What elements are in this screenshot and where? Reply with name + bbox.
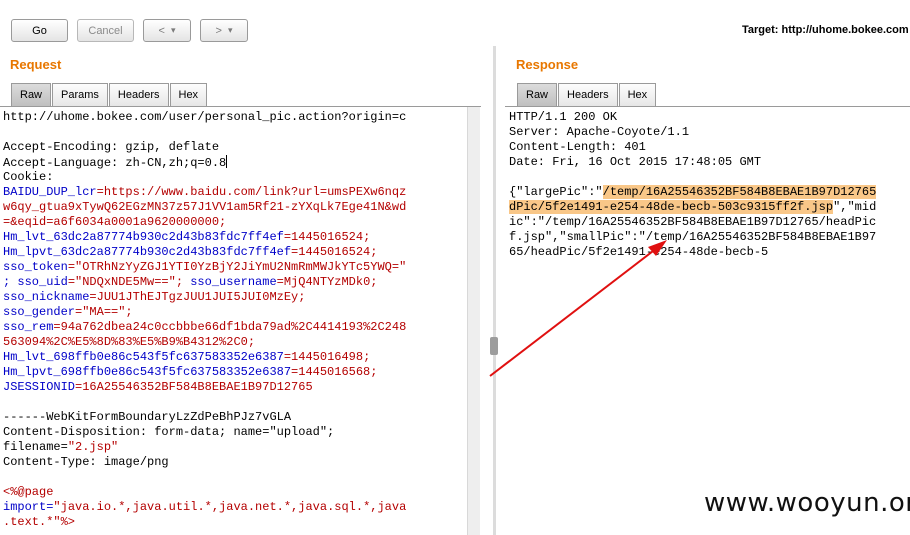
annotation-arrow-icon <box>489 240 667 377</box>
arrow-shaft <box>489 247 658 377</box>
watermark: www.wooyun.org <box>704 488 910 518</box>
